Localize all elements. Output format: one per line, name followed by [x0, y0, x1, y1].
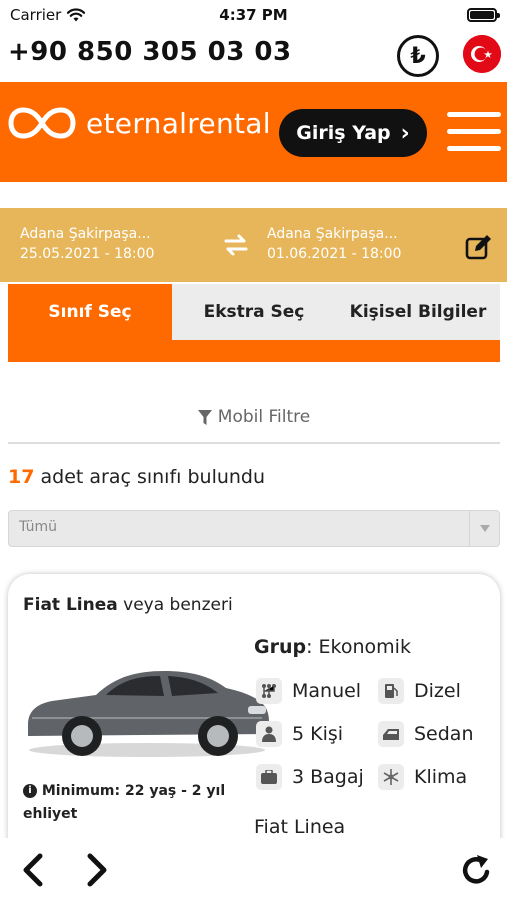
feature-label: Klima: [414, 766, 468, 788]
results-count-number: 17: [8, 466, 35, 488]
group-label: Grup: [254, 636, 307, 658]
feature-fuel: Dizel: [378, 678, 461, 704]
feature-label: 3 Bagaj: [292, 766, 364, 788]
site-header: eternalrental Giriş Yap ›: [0, 82, 507, 182]
luggage-icon: [256, 764, 282, 790]
min-requirement-text: Minimum: 22 yaş - 2 yıl ehliyet: [23, 783, 226, 822]
person-icon: [256, 721, 282, 747]
group-value: Ekonomik: [318, 636, 411, 658]
phone-number-link[interactable]: +90 850 305 03 03: [8, 37, 292, 67]
car-body-icon: [378, 721, 404, 747]
select-value: Tümü: [19, 519, 58, 535]
class-select-dropdown[interactable]: Tümü: [8, 510, 500, 547]
chevron-right-icon[interactable]: [84, 852, 112, 888]
reservation-summary: Adana Şakirpaşa... 25.05.2021 - 18:00 Ad…: [0, 208, 507, 282]
tab-extras-select[interactable]: Ekstra Seç: [172, 284, 336, 340]
pickup-location: Adana Şakirpaşa...: [20, 226, 151, 242]
pickup-datetime: 25.05.2021 - 18:00: [20, 246, 155, 262]
login-button[interactable]: Giriş Yap ›: [279, 109, 427, 157]
results-count: 17 adet araç sınıfı bulundu: [8, 466, 265, 488]
edit-icon[interactable]: [465, 234, 493, 260]
pickup-info: Adana Şakirpaşa... 25.05.2021 - 18:00: [20, 224, 154, 264]
step-tabs: Sınıf Seç Ekstra Seç Kişisel Bilgiler: [8, 284, 500, 340]
brand-logo[interactable]: eternalrental: [8, 106, 271, 140]
return-info: Adana Şakirpaşa... 01.06.2021 - 18:00: [267, 224, 401, 264]
tab-personal-info[interactable]: Kişisel Bilgiler: [336, 284, 500, 340]
feature-label: Sedan: [414, 723, 474, 745]
chevron-right-icon: ›: [400, 120, 410, 146]
feature-label: 5 Kişi: [292, 723, 344, 745]
feature-transmission: Manuel: [256, 678, 361, 704]
contact-bar: +90 850 305 03 03 ₺: [0, 30, 507, 82]
car-title: Fiat Linea veya benzeri: [23, 595, 233, 615]
chevron-down-icon: [469, 511, 499, 546]
brand-name: eternalrental: [86, 106, 271, 140]
car-image: [28, 671, 269, 757]
infinity-logo-icon: [8, 107, 76, 139]
feature-label: Manuel: [292, 680, 362, 702]
car-name-suffix: veya benzeri: [123, 595, 233, 615]
turkish-flag-icon[interactable]: [463, 35, 501, 73]
filter-label: Mobil Filtre: [217, 407, 311, 427]
car-class-card[interactable]: Fiat Linea veya benzeri i Minimum: 22 ya…: [8, 574, 500, 874]
browser-toolbar: [0, 838, 507, 900]
reload-icon[interactable]: [458, 852, 494, 888]
fuel-icon: [378, 678, 404, 704]
return-location: Adana Şakirpaşa...: [267, 226, 398, 242]
return-datetime: 01.06.2021 - 18:00: [267, 246, 402, 262]
currency-lira-icon[interactable]: ₺: [397, 35, 439, 77]
info-icon: i: [23, 784, 37, 798]
step-progress-bar: [8, 340, 500, 362]
status-bar: Carrier 4:37 PM: [0, 0, 507, 30]
results-count-text: adet araç sınıfı bulundu: [40, 466, 266, 488]
hamburger-menu-icon[interactable]: [447, 112, 501, 152]
login-label: Giriş Yap: [296, 122, 391, 144]
clock: 4:37 PM: [219, 6, 288, 24]
feature-body: Sedan: [378, 721, 474, 747]
min-requirement: i Minimum: 22 yaş - 2 yıl ehliyet: [23, 780, 233, 826]
feature-luggage: 3 Bagaj: [256, 764, 364, 790]
feature-seats: 5 Kişi: [256, 721, 343, 747]
car-name: Fiat Linea: [23, 595, 118, 615]
car-group: Grup: Ekonomik: [254, 636, 411, 658]
car-model-line: Fiat Linea: [254, 816, 346, 838]
funnel-icon: [197, 409, 212, 425]
feature-label: Dizel: [414, 680, 461, 702]
swap-arrows-icon: [224, 234, 248, 256]
tab-class-select[interactable]: Sınıf Seç: [8, 284, 172, 340]
mobile-filter-button[interactable]: Mobil Filtre: [8, 392, 500, 444]
battery-icon: [467, 8, 500, 22]
feature-climate: Klima: [378, 764, 467, 790]
snowflake-icon: [378, 764, 404, 790]
chevron-left-icon[interactable]: [18, 852, 46, 888]
gearbox-icon: [256, 678, 282, 704]
